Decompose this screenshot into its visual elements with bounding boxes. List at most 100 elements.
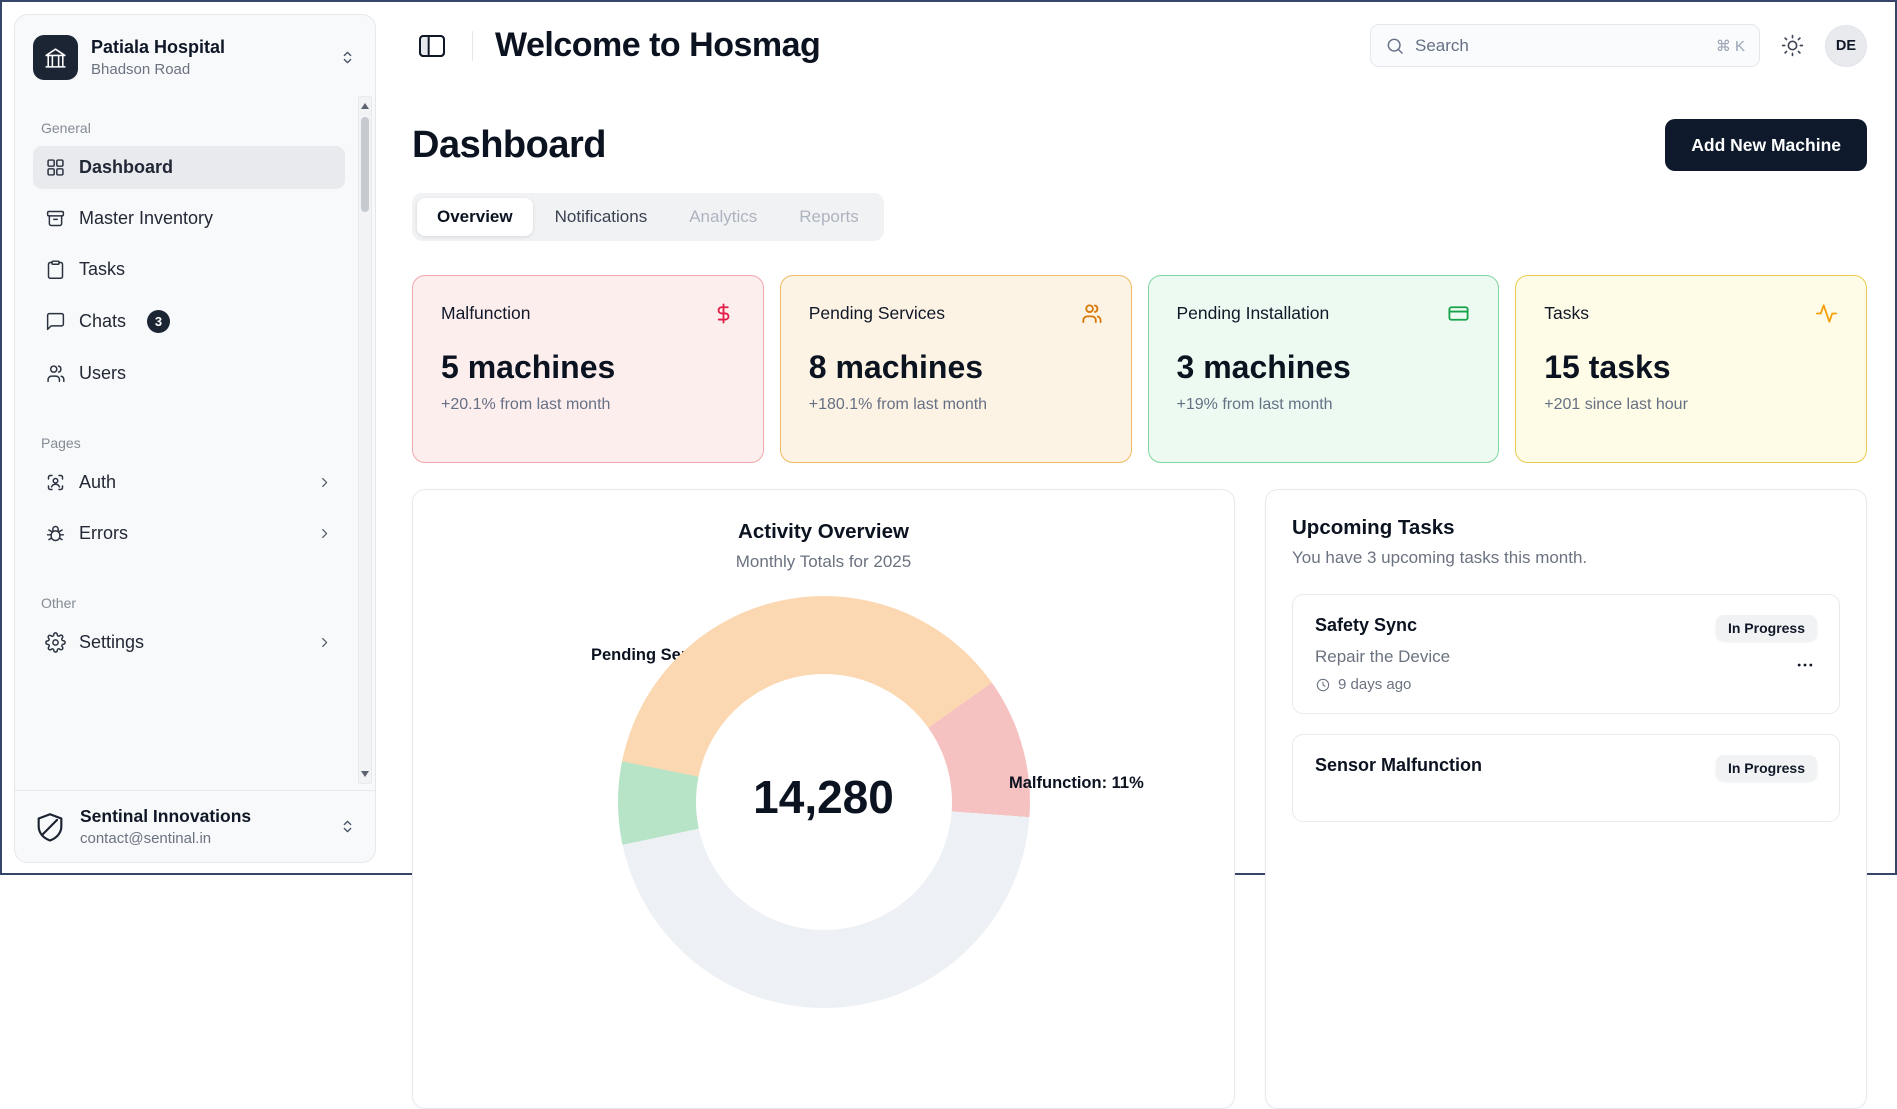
tab-analytics[interactable]: Analytics bbox=[669, 198, 777, 236]
sidebar-item-errors[interactable]: Errors bbox=[33, 512, 345, 555]
donut-center-total: 14,280 bbox=[753, 774, 894, 820]
sidebar-item-label: Chats bbox=[79, 311, 126, 332]
sun-icon bbox=[1780, 33, 1805, 58]
workspace-email: contact@sentinal.in bbox=[80, 830, 251, 847]
clock-icon bbox=[1315, 677, 1331, 693]
sidebar-item-tasks[interactable]: Tasks bbox=[33, 248, 345, 291]
org-text: Patiala Hospital Bhadson Road bbox=[91, 37, 225, 78]
scrollbar-thumb[interactable] bbox=[361, 117, 369, 212]
stat-card-pending-installation: Pending Installation 3 machines +19% fro… bbox=[1148, 275, 1500, 463]
bottom-section: Activity Overview Monthly Totals for 202… bbox=[412, 489, 1867, 1109]
sidebar-item-label: Settings bbox=[79, 632, 144, 653]
search-shortcut: ⌘ K bbox=[1716, 37, 1745, 55]
scrollbar-up-arrow[interactable] bbox=[359, 99, 371, 113]
task-name: Safety Sync bbox=[1315, 615, 1704, 636]
org-name: Patiala Hospital bbox=[91, 37, 225, 58]
section-label-pages: Pages bbox=[41, 435, 337, 451]
sidebar-item-auth[interactable]: Auth bbox=[33, 461, 345, 504]
status-badge: In Progress bbox=[1716, 755, 1817, 781]
donut-chart: Pending Services: 37% 14,280 Malfunction… bbox=[441, 578, 1206, 1058]
clipboard-icon bbox=[45, 259, 66, 280]
chats-count-badge: 3 bbox=[147, 310, 170, 333]
upcoming-subtitle: You have 3 upcoming tasks this month. bbox=[1292, 548, 1840, 568]
tab-overview[interactable]: Overview bbox=[417, 198, 533, 236]
sidebar-item-dashboard[interactable]: Dashboard bbox=[33, 146, 345, 189]
stat-cards: Malfunction 5 machines +20.1% from last … bbox=[412, 275, 1867, 463]
stat-value: 5 machines bbox=[441, 349, 735, 386]
panel-left-icon bbox=[416, 30, 448, 62]
stat-value: 8 machines bbox=[809, 349, 1103, 386]
task-info: Sensor Malfunction bbox=[1315, 755, 1704, 781]
sidebar-scrollbar[interactable] bbox=[358, 96, 372, 784]
stat-value: 3 machines bbox=[1177, 349, 1471, 386]
sidebar-item-label: Users bbox=[79, 363, 126, 384]
task-item[interactable]: Sensor Malfunction In Progress bbox=[1292, 734, 1840, 822]
sidebar-toggle-button[interactable] bbox=[412, 26, 452, 66]
search-box[interactable]: ⌘ K bbox=[1370, 24, 1760, 67]
workspace-switcher[interactable]: Sentinal Innovations contact@sentinal.in bbox=[15, 790, 375, 862]
sidebar-item-chats[interactable]: Chats 3 bbox=[33, 299, 345, 344]
page-title: Dashboard bbox=[412, 124, 606, 167]
ellipsis-icon bbox=[1795, 655, 1815, 675]
task-description: Repair the Device bbox=[1315, 647, 1704, 667]
sidebar-item-label: Master Inventory bbox=[79, 208, 213, 229]
task-time-label: 9 days ago bbox=[1338, 676, 1411, 693]
page-header: Dashboard Add New Machine bbox=[412, 119, 1867, 171]
task-item[interactable]: Safety Sync Repair the Device 9 days ago… bbox=[1292, 594, 1840, 714]
stat-title: Pending Services bbox=[809, 303, 945, 324]
stat-delta: +19% from last month bbox=[1177, 396, 1471, 414]
sidebar-item-label: Errors bbox=[79, 523, 128, 544]
stat-card-pending-services: Pending Services 8 machines +180.1% from… bbox=[780, 275, 1132, 463]
task-meta: In Progress bbox=[1716, 755, 1817, 781]
hospital-building-icon bbox=[33, 35, 78, 80]
dashboard-tabs: Overview Notifications Analytics Reports bbox=[412, 193, 884, 241]
add-new-machine-button[interactable]: Add New Machine bbox=[1665, 119, 1867, 171]
message-icon bbox=[45, 311, 66, 332]
bug-icon bbox=[45, 523, 66, 544]
task-time: 9 days ago bbox=[1315, 676, 1704, 693]
chart-label-malfunction: Malfunction: 11% bbox=[1009, 774, 1144, 793]
scrollbar-down-arrow[interactable] bbox=[359, 767, 371, 781]
chevron-right-icon bbox=[316, 474, 333, 491]
stat-delta: +201 since last hour bbox=[1544, 396, 1838, 414]
sidebar-item-master-inventory[interactable]: Master Inventory bbox=[33, 197, 345, 240]
stat-title: Malfunction bbox=[441, 303, 531, 324]
topbar: Welcome to Hosmag ⌘ K DE bbox=[412, 24, 1867, 67]
sidebar-panel: Patiala Hospital Bhadson Road General Da… bbox=[14, 14, 376, 863]
chevron-right-icon bbox=[316, 634, 333, 651]
task-name: Sensor Malfunction bbox=[1315, 755, 1704, 776]
sidebar-nav: General Dashboard Master Inventory Tasks bbox=[15, 94, 375, 790]
workspace-name: Sentinal Innovations bbox=[80, 806, 251, 827]
chevrons-up-down-icon bbox=[338, 48, 357, 67]
sidebar-item-users[interactable]: Users bbox=[33, 352, 345, 395]
sidebar: Patiala Hospital Bhadson Road General Da… bbox=[2, 2, 376, 873]
task-info: Safety Sync Repair the Device 9 days ago bbox=[1315, 615, 1704, 693]
users-icon bbox=[1080, 302, 1103, 325]
sidebar-item-settings[interactable]: Settings bbox=[33, 621, 345, 664]
stat-title: Pending Installation bbox=[1177, 303, 1330, 324]
gear-icon bbox=[45, 632, 66, 653]
chevron-right-icon bbox=[316, 525, 333, 542]
chevrons-up-down-icon bbox=[338, 817, 357, 836]
org-switcher[interactable]: Patiala Hospital Bhadson Road bbox=[15, 15, 375, 94]
stat-title: Tasks bbox=[1544, 303, 1589, 324]
user-avatar[interactable]: DE bbox=[1825, 25, 1867, 67]
task-menu-button[interactable] bbox=[1793, 653, 1817, 680]
archive-icon bbox=[45, 208, 66, 229]
task-meta: In Progress bbox=[1716, 615, 1817, 693]
chart-subtitle: Monthly Totals for 2025 bbox=[441, 552, 1206, 572]
sidebar-item-label: Dashboard bbox=[79, 157, 173, 178]
divider bbox=[472, 31, 473, 61]
grid-icon bbox=[45, 157, 66, 178]
activity-overview-card: Activity Overview Monthly Totals for 202… bbox=[412, 489, 1235, 1109]
upcoming-tasks-card: Upcoming Tasks You have 3 upcoming tasks… bbox=[1265, 489, 1867, 1109]
sidebar-item-label: Tasks bbox=[79, 259, 125, 280]
welcome-title: Welcome to Hosmag bbox=[495, 26, 820, 65]
search-input[interactable] bbox=[1415, 36, 1706, 56]
sidebar-item-label: Auth bbox=[79, 472, 116, 493]
credit-card-icon bbox=[1447, 302, 1470, 325]
workspace-text: Sentinal Innovations contact@sentinal.in bbox=[80, 806, 251, 847]
tab-notifications[interactable]: Notifications bbox=[535, 198, 668, 236]
theme-toggle-button[interactable] bbox=[1780, 33, 1805, 58]
tab-reports[interactable]: Reports bbox=[779, 198, 879, 236]
